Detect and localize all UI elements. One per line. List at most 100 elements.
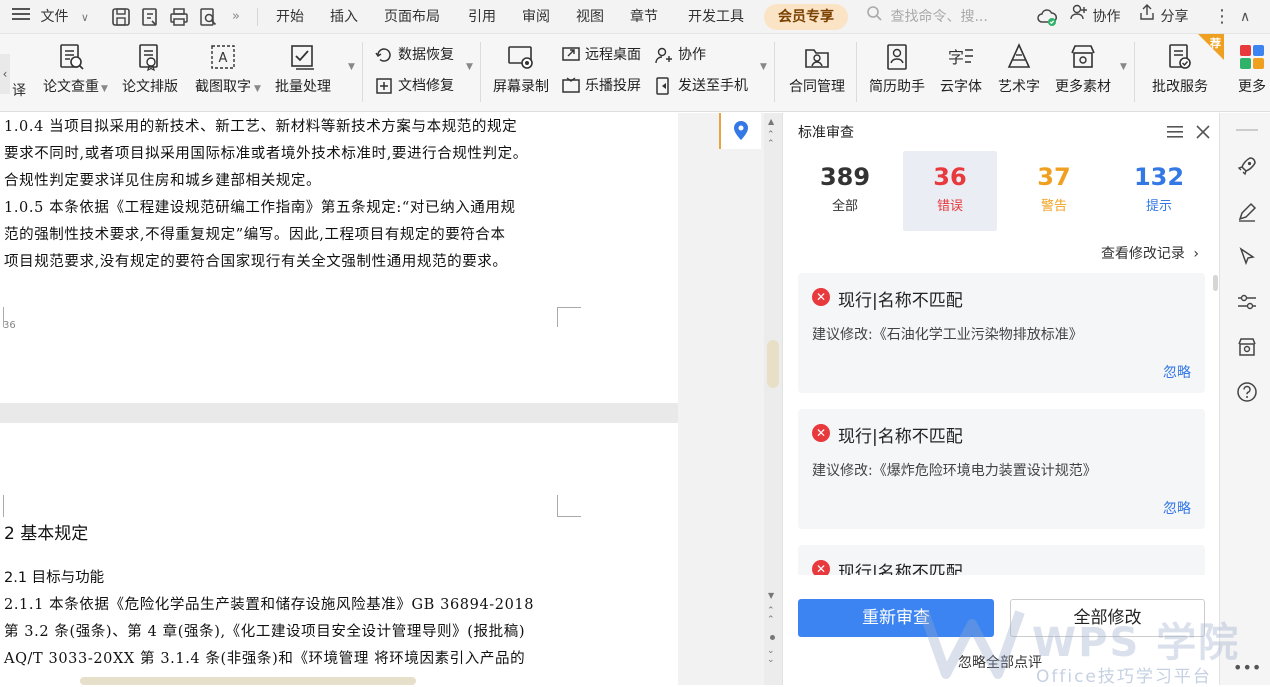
ignore-button[interactable]: 忽略 (1163, 498, 1191, 518)
stat-hint[interactable]: 132 提示 (1112, 151, 1206, 231)
contract-manage-button[interactable]: 合同管理 (784, 38, 850, 106)
chevron-down-icon[interactable]: ▼ (466, 62, 473, 72)
page-down-icon[interactable]: ⌄ ⌄ (767, 647, 775, 665)
menu-icon[interactable] (1167, 125, 1183, 139)
issue-list-scrollbar[interactable] (1213, 275, 1218, 291)
more-options-icon[interactable]: ⋮ (1213, 0, 1231, 34)
screenshot-text-icon: A (211, 45, 235, 69)
more-assets-button[interactable]: 更多素材 (1050, 38, 1116, 106)
locate-button[interactable] (719, 113, 761, 149)
ribbon-scroll-left[interactable]: ‹ (0, 54, 10, 94)
doc-paragraph-line[interactable]: AQ/T 3033-20XX 第 3.1.4 条(非强条)和《环境管理 将环境因… (4, 647, 525, 668)
scroll-up-icon[interactable]: ▲ (768, 117, 774, 126)
menu-bar: 文件 ∨ » 开始 插入 页面布局 引用 审阅 视图 章节 开发工具 会员专享 … (0, 0, 1270, 34)
more-button[interactable]: 更多 (1232, 38, 1270, 106)
chevron-down-icon[interactable]: ▼ (101, 84, 108, 94)
horizontal-scrollbar[interactable] (80, 677, 416, 685)
ignore-all-link[interactable]: 忽略全部点评 (958, 652, 1042, 672)
stat-error[interactable]: 36 错误 (903, 151, 997, 231)
store-icon[interactable] (1236, 336, 1258, 358)
translate-button-partial[interactable]: 译 (12, 80, 26, 100)
chevron-down-icon[interactable]: ▼ (1120, 62, 1127, 72)
doc-paragraph-line[interactable]: 要求不同时,或者项目拟采用国际标准或者境外技术标准时,要进行合规性判定。 (4, 142, 528, 163)
sliders-icon[interactable] (1236, 291, 1258, 313)
print-preview-icon[interactable] (198, 7, 218, 27)
ignore-button[interactable]: 忽略 (1163, 362, 1191, 382)
collab-button[interactable]: 协作 (1070, 0, 1120, 34)
doc-paragraph-line[interactable]: 1.0.5 本条依据《工程建设规范研编工作指南》第五条规定:“对已纳入通用规 (4, 196, 516, 217)
art-text-button[interactable]: 艺术字 (992, 38, 1046, 106)
issue-card[interactable]: ✕ 现行|名称不匹配 建议修改:《爆炸危险环境电力装置设计规范》 忽略 (798, 409, 1205, 529)
document-canvas[interactable]: 1.0.4 当项目拟采用的新技术、新工艺、新材料等新技术方案与本规范的规定 要求… (0, 113, 678, 685)
more-quick-access-icon[interactable]: » (232, 0, 240, 34)
collapse-ribbon-icon[interactable]: ∧ (1240, 0, 1250, 34)
sidebar-drag-handle[interactable] (1236, 129, 1258, 131)
chevron-down-icon[interactable]: ▼ (760, 62, 767, 72)
browse-object-icon[interactable] (770, 635, 775, 640)
stat-warning[interactable]: 37 警告 (1007, 151, 1101, 231)
issue-card[interactable]: ✕ 现行|名称不匹配 (798, 545, 1205, 575)
export-pdf-icon[interactable] (140, 7, 160, 27)
batch-process-button[interactable]: 批量处理 (270, 38, 336, 106)
help-icon[interactable] (1236, 381, 1258, 403)
tab-references[interactable]: 引用 (468, 0, 496, 34)
save-icon[interactable] (111, 7, 131, 27)
stat-error-label: 错误 (936, 199, 963, 214)
stat-error-count: 36 (933, 163, 967, 191)
doc-paragraph-line[interactable]: 2.1.1 本条依据《危险化学品生产装置和储存设施风险基准》GB 36894-2… (4, 593, 534, 614)
doc-paragraph-line[interactable]: 范的强制性技术要求,不得重复规定”编写。因此,工程项目有规定的要符合本 (4, 223, 506, 244)
recheck-button[interactable]: 重新审查 (798, 599, 994, 637)
resume-assistant-button[interactable]: 简历助手 (864, 38, 930, 106)
screenshot-ocr-button[interactable]: A 截图取字 (190, 38, 256, 106)
chevron-down-icon[interactable]: ▼ (254, 84, 261, 94)
remote-desktop-button[interactable]: 远程桌面 (561, 42, 641, 68)
tab-insert[interactable]: 插入 (330, 0, 358, 34)
data-recover-button[interactable]: 数据恢复 (374, 42, 454, 68)
batch-process-label: 批量处理 (275, 79, 331, 95)
vertical-scroll-thumb[interactable] (767, 340, 779, 388)
collab-ribbon-button[interactable]: 协作 (654, 42, 706, 68)
subsection-heading[interactable]: 2.1 目标与功能 (4, 566, 104, 587)
search-command-input[interactable]: 查找命令、搜... (866, 0, 988, 34)
fix-all-button[interactable]: 全部修改 (1010, 599, 1205, 637)
print-icon[interactable] (169, 7, 189, 27)
tab-member-exclusive[interactable]: 会员专享 (764, 4, 848, 30)
doc-paragraph-line[interactable]: 1.0.4 当项目拟采用的新技术、新工艺、新材料等新技术方案与本规范的规定 (4, 115, 517, 136)
scroll-down-icon[interactable]: ▼ (768, 591, 774, 600)
view-history-link[interactable]: 查看修改记录 › (1101, 243, 1199, 263)
screen-record-button[interactable]: 屏幕录制 (488, 38, 554, 106)
doc-paragraph-line[interactable]: 项目规范要求,没有规定的要符合国家现行有关全文强制性通用规范的要求。 (4, 250, 508, 271)
vertical-scrollbar[interactable]: ▲ ⌃ ⌃ ▼ ⌃ ⌃ ⌄ ⌄ (764, 113, 782, 685)
close-icon[interactable] (1195, 124, 1211, 140)
issue-card[interactable]: ✕ 现行|名称不匹配 建议修改:《石油化学工业污染物排放标准》 忽略 (798, 273, 1205, 393)
page-up-icon[interactable]: ⌃ ⌃ (767, 607, 775, 625)
tab-chapter[interactable]: 章节 (630, 0, 658, 34)
section-heading[interactable]: 2 基本规定 (4, 519, 88, 544)
paper-check-button[interactable]: 论文查重 (38, 38, 104, 106)
doc-paragraph-line[interactable]: 合规性判定要求详见住房和城乡建部相关规定。 (4, 169, 321, 190)
tab-page-layout[interactable]: 页面布局 (384, 0, 440, 34)
stat-hint-count: 132 (1133, 163, 1185, 191)
pen-icon[interactable] (1236, 201, 1258, 223)
cast-button[interactable]: 乐播投屏 (561, 73, 641, 99)
cursor-icon[interactable] (1236, 246, 1258, 268)
cloud-font-button[interactable]: 字 云字体 (934, 38, 988, 106)
tab-developer[interactable]: 开发工具 (688, 0, 744, 34)
tab-home[interactable]: 开始 (276, 0, 304, 34)
rocket-icon[interactable] (1236, 155, 1258, 177)
paper-format-button[interactable]: 论文排版 (118, 38, 182, 106)
recommend-badge: 荐 (1198, 34, 1224, 60)
doc-repair-button[interactable]: 文档修复 (374, 73, 454, 99)
cloud-sync-icon[interactable] (1037, 7, 1057, 27)
doc-paragraph-line[interactable]: 第 3.2 条(强条)、第 4 章(强条),《化工建设项目安全设计管理导则》(报… (4, 620, 525, 641)
file-menu[interactable]: 文件 ∨ (12, 0, 89, 34)
send-to-phone-button[interactable]: 发送至手机 (654, 73, 748, 99)
stat-all[interactable]: 389 全部 (798, 151, 892, 231)
page-up-icon[interactable]: ⌃ ⌃ (767, 131, 775, 149)
share-button[interactable]: 分享 (1138, 0, 1188, 34)
tab-view[interactable]: 视图 (576, 0, 604, 34)
chevron-down-icon[interactable]: ▼ (348, 62, 355, 72)
issue-suggestion: 建议修改:《爆炸危险环境电力装置设计规范》 (812, 463, 1097, 479)
tab-review[interactable]: 审阅 (522, 0, 550, 34)
more-horizontal-icon[interactable]: ••• (1233, 658, 1261, 677)
